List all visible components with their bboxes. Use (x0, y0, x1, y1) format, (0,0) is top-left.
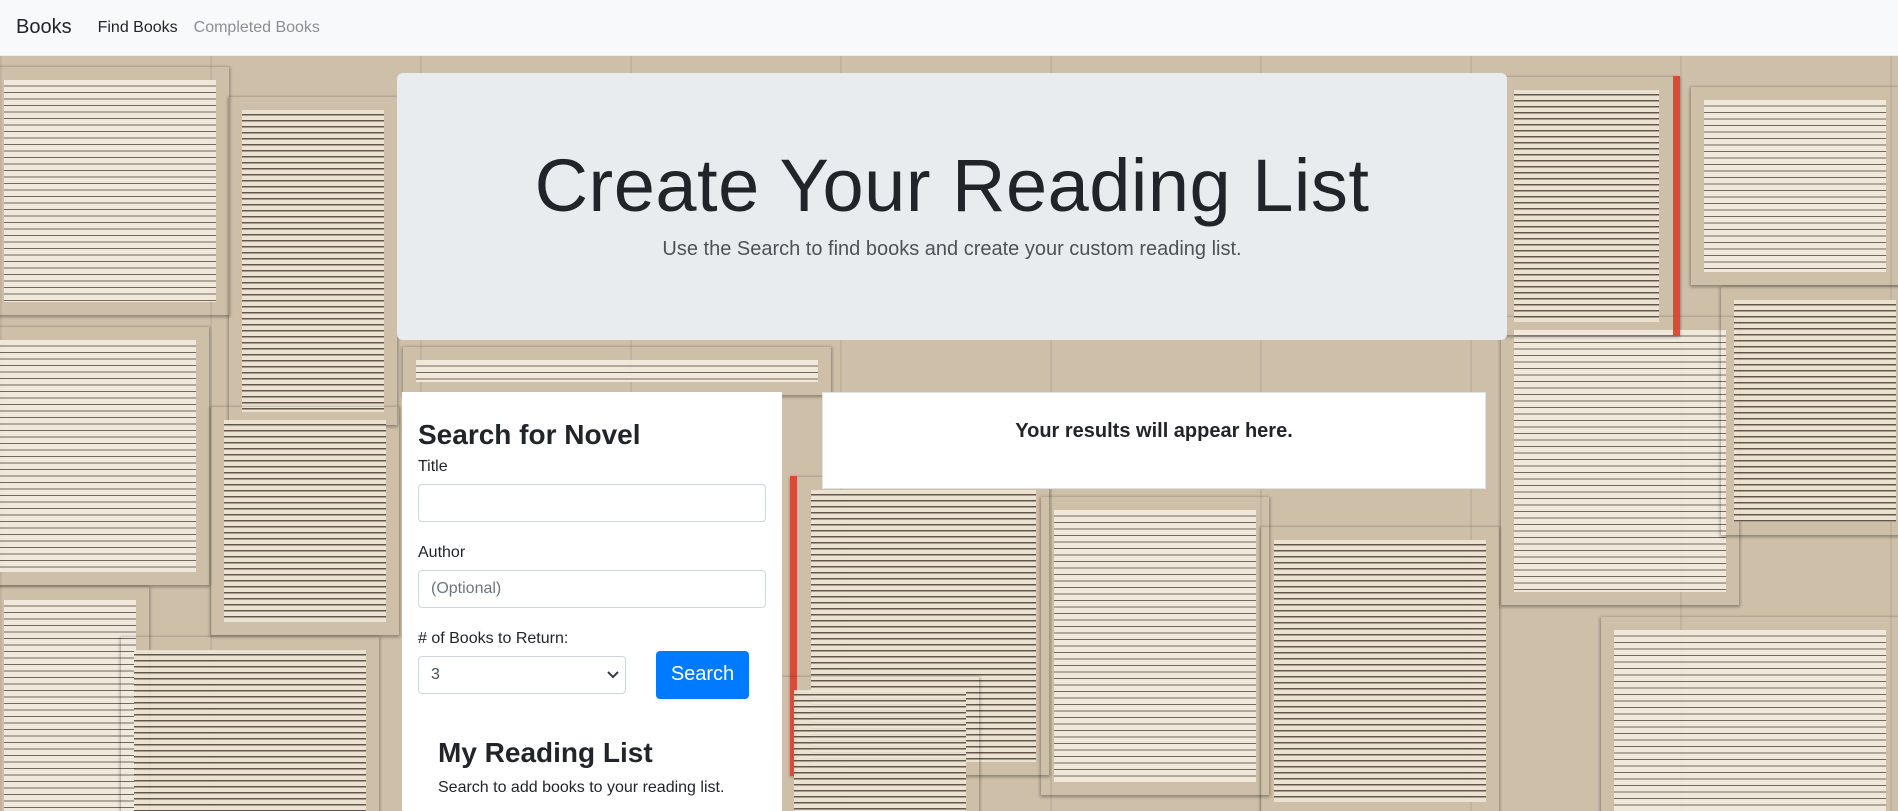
navbar-brand[interactable]: Books (16, 16, 72, 39)
results-message: Your results will appear here. (1015, 420, 1293, 442)
author-input[interactable] (418, 569, 766, 608)
reading-list-empty-text: Search to add books to your reading list… (438, 779, 725, 797)
navbar: Books Find Books Completed Books (0, 0, 1898, 56)
chevron-down-icon (607, 668, 619, 682)
page-subtitle: Use the Search to find books and create … (662, 238, 1242, 261)
reading-list: My Reading List Search to add books to y… (418, 736, 766, 798)
count-label: # of Books to Return: (418, 629, 569, 647)
count-select[interactable]: 3 (418, 655, 626, 694)
search-panel: Search for Novel Title Author # of Books… (402, 392, 782, 811)
search-heading: Search for Novel (418, 419, 641, 450)
search-button[interactable]: Search (656, 650, 749, 699)
page-title: Create Your Reading List (534, 144, 1370, 227)
search-controls-row: # of Books to Return: 3 Search (418, 608, 766, 699)
title-input[interactable] (418, 483, 766, 522)
jumbotron: Create Your Reading List Use the Search … (397, 73, 1507, 340)
count-select-value: 3 (431, 665, 440, 683)
title-label: Title (418, 457, 448, 475)
results-card: Your results will appear here. (822, 392, 1486, 489)
reading-list-heading: My Reading List (438, 736, 653, 768)
count-select-group: # of Books to Return: 3 (418, 608, 626, 694)
author-label: Author (418, 543, 466, 561)
nav-link-completed-books[interactable]: Completed Books (194, 19, 320, 37)
nav-link-find-books[interactable]: Find Books (98, 19, 178, 37)
